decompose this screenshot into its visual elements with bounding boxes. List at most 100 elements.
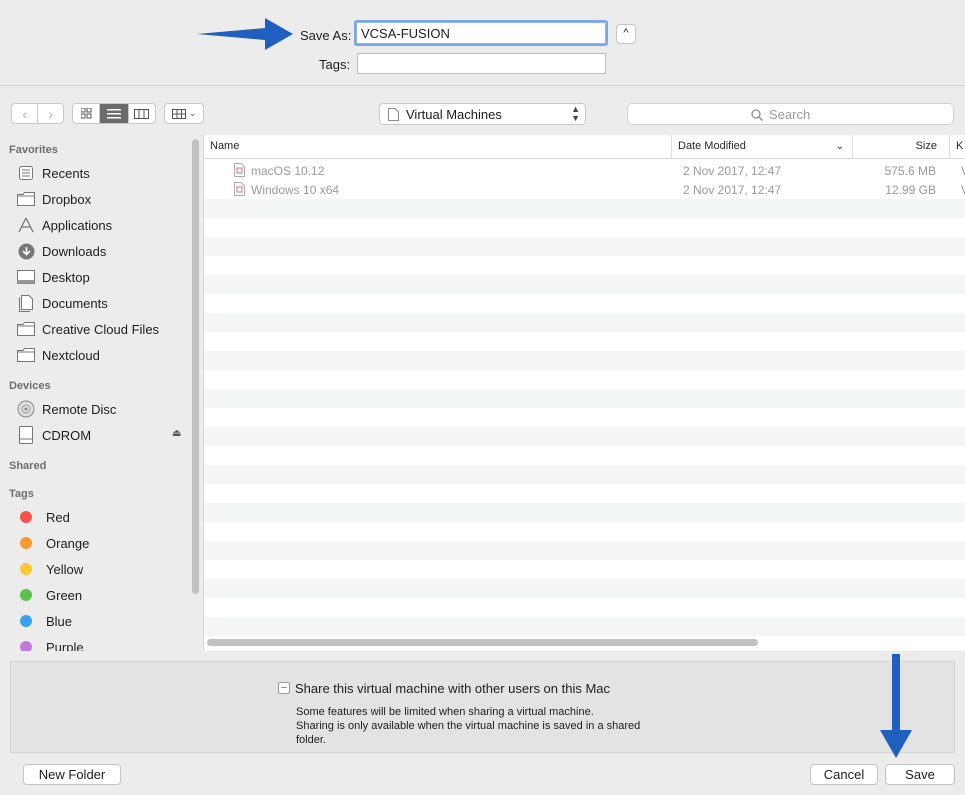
sidebar-tag-purple[interactable]: Purple [16,635,84,651]
location-popup[interactable]: Virtual Machines ▲ ▼ [379,103,586,125]
empty-row [204,351,965,370]
grid-icon [80,108,92,119]
tags-header: Tags [9,488,34,500]
column-view-button[interactable] [129,104,155,123]
column-header-size[interactable]: Size [853,135,950,158]
vm-document-icon [234,163,245,177]
empty-row [204,503,965,522]
sidebar-tag-blue[interactable]: Blue [16,609,72,633]
row-size: 575.6 MB [884,164,936,178]
sidebar-item-documents[interactable]: Documents [16,291,108,315]
row-date: 2 Nov 2017, 12:47 [683,183,782,197]
sidebar-item-creative-cloud-files[interactable]: Creative Cloud Files [16,317,159,341]
blue-tag-dot-icon [20,615,32,627]
yellow-tag-dot-icon [20,563,32,575]
desktop-icon [16,268,36,286]
location-label: Virtual Machines [406,107,502,122]
chevron-up-icon: ^ [623,27,629,39]
save-button[interactable]: Save [885,764,955,785]
sidebar-tag-yellow[interactable]: Yellow [16,557,83,581]
empty-row [204,313,965,332]
annotation-arrow-save-as [197,18,293,50]
empty-row [204,427,965,446]
sidebar-item-nextcloud[interactable]: Nextcloud [16,343,100,367]
back-forward-control: ‹ › [11,103,64,124]
sidebar-tag-red[interactable]: Red [16,505,70,529]
sidebar-item-applications[interactable]: Applications [16,213,112,237]
empty-row [204,237,965,256]
row-name: macOS 10.12 [251,164,325,178]
purple-tag-dot-icon [20,641,32,651]
columns-icon [134,108,150,119]
devices-header: Devices [9,380,51,392]
minus-icon: – [281,682,287,693]
arrange-button[interactable]: ⌄ [164,103,204,124]
search-field[interactable]: Search [627,103,954,125]
applications-icon [16,216,36,234]
empty-row [204,389,965,408]
row-size: 12.99 GB [885,183,936,197]
sort-chevron-down-icon: ⌄ [835,141,844,152]
collapse-button[interactable]: ^ [616,24,636,44]
save-as-field[interactable]: VCSA-FUSION [356,22,606,44]
sidebar-item-downloads[interactable]: Downloads [16,239,106,263]
forward-button[interactable]: › [38,104,63,123]
table-row[interactable]: Windows 10 x64 2 Nov 2017, 12:47 12.99 G… [204,180,965,199]
sidebar-tag-orange[interactable]: Orange [16,531,89,555]
sidebar-item-recents[interactable]: Recents [16,161,90,185]
empty-row [204,199,965,218]
view-mode-control [72,103,156,124]
folder-icon [16,320,36,338]
vm-document-icon [234,182,245,196]
sidebar-tag-green[interactable]: Green [16,583,82,607]
red-tag-dot-icon [20,511,32,523]
new-folder-button[interactable]: New Folder [23,764,121,785]
sidebar-item-dropbox[interactable]: Dropbox [16,187,91,211]
sidebar-item-desktop[interactable]: Desktop [16,265,90,289]
documents-icon [16,294,36,312]
green-tag-dot-icon [20,589,32,601]
empty-row [204,541,965,560]
drive-icon [16,426,36,444]
search-icon [751,109,763,121]
list-view-button[interactable] [100,104,129,123]
orange-tag-dot-icon [20,537,32,549]
table-row[interactable]: macOS 10.12 2 Nov 2017, 12:47 575.6 MB V [204,161,965,180]
row-date: 2 Nov 2017, 12:47 [683,164,782,178]
shared-header: Shared [9,460,47,472]
eject-icon[interactable]: ⏏ [172,428,181,439]
save-as-label: Save As: [300,28,352,43]
sidebar: Favorites Recents Dropbox Applications D… [0,135,203,651]
share-note: Some features will be limited when shari… [296,706,641,746]
downloads-icon [16,242,36,260]
list-icon [107,108,121,118]
column-header-kind[interactable]: K [950,135,965,158]
empty-row [204,465,965,484]
share-label[interactable]: Share this virtual machine with other us… [295,681,610,696]
annotation-arrow-save [880,654,912,758]
up-down-chevron-icon: ▲ ▼ [571,104,580,123]
column-header-date[interactable]: Date Modified ⌄ [672,135,853,158]
sidebar-item-cdrom[interactable]: CDROM [16,423,91,447]
sidebar-item-remote-disc[interactable]: Remote Disc [16,397,116,421]
back-button[interactable]: ‹ [12,104,39,123]
recents-icon [16,164,36,182]
empty-row [204,617,965,636]
sidebar-scrollbar[interactable] [192,139,199,594]
arrange-grid-icon [171,108,186,119]
icon-view-button[interactable] [73,104,101,123]
horizontal-scrollbar[interactable] [207,639,758,646]
tags-field[interactable] [357,53,606,74]
favorites-header: Favorites [9,144,58,156]
column-header-name[interactable]: Name [204,135,672,158]
search-placeholder: Search [769,107,811,122]
share-checkbox[interactable]: – [278,682,290,694]
cancel-button[interactable]: Cancel [810,764,878,785]
file-list: Name Date Modified ⌄ Size K macOS 10.12 … [203,135,965,651]
row-name: Windows 10 x64 [251,183,340,197]
row-kind: V [961,164,965,178]
document-icon [388,108,399,121]
chevron-right-icon: › [48,105,54,122]
folder-icon [16,346,36,364]
empty-row [204,579,965,598]
